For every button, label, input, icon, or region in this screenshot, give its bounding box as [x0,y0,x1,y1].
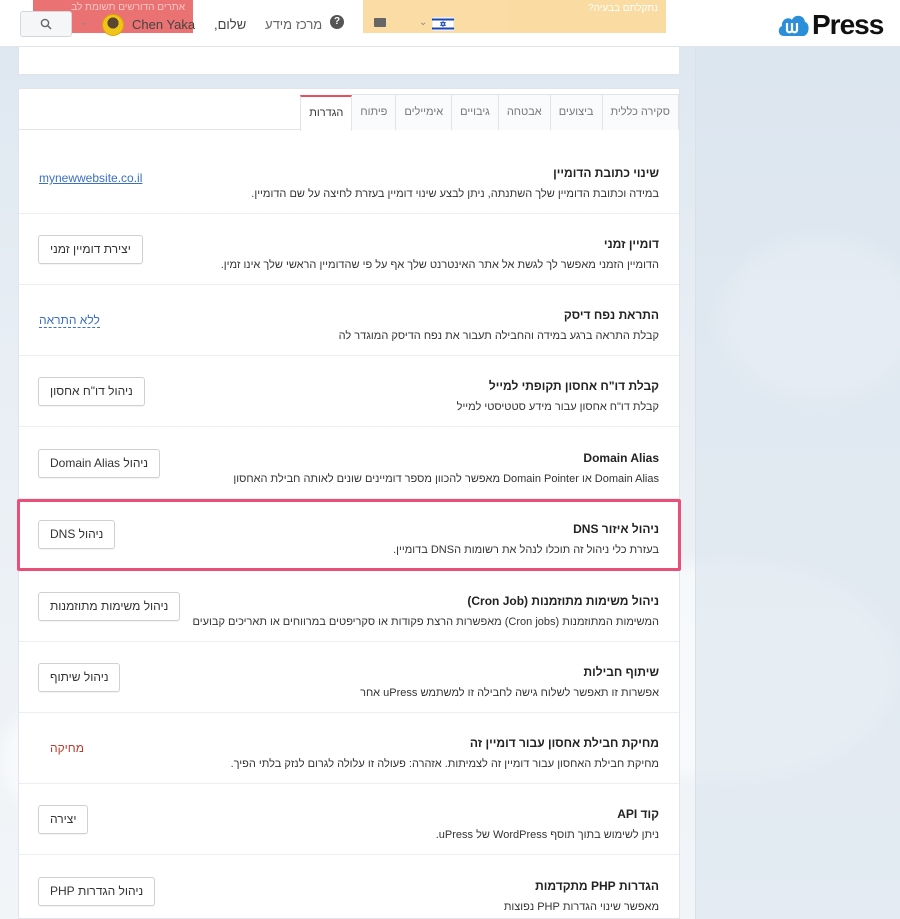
setting-title: Domain Alias [583,451,659,465]
tab-bar: סקירה כללית ביצועים אבטחה גיבויים אימיילים פי… [19,94,679,131]
setting-row-domain-alias: Domain Alias Domain Alias או Domain Point… [19,428,679,499]
setting-description: קבלת התראה ברגע במידה והחבילה תעבור את נ… [338,330,659,342]
notification-orange-text: נתקלתם בבעיה? [588,3,658,14]
tab-6[interactable]: הגדרות [300,95,353,131]
storage-report-button[interactable]: ניהול דו"ח אחסון [38,377,145,406]
chat-icon[interactable] [374,18,386,27]
package-sharing-button[interactable]: ניהול שיתוף [38,663,121,692]
top-bar: אתרים הדורשים תשומת לב נתקלתם בבעיה? ⌄ C… [0,0,900,47]
greeting-text: שלום, [214,17,247,32]
setting-row-temp-domain: דומיין זמני הדומיין הזמני מאפשר לך לגשת א… [19,214,679,285]
username-text: Chen Yaka [132,17,196,32]
notification-banner-orange[interactable]: נתקלתם בבעיה? [363,0,666,33]
overview-panel [18,47,680,75]
setting-description: קבלת דו"ח אחסון עבור מידע סטטיסטי למייל [456,401,659,413]
temp-domain-button[interactable]: יצירת דומיין זמני [38,235,143,264]
setting-row-package-sharing: שיתוף חבילות אפשרות זו תאפשר לשלוח גישה ל… [19,642,679,713]
setting-description: בעזרת כלי ניהול זה תוכלו לנהל את רשומות … [393,544,659,556]
setting-description: הדומיין הזמני מאפשר לך לגשת אל אתר האינט… [220,259,659,271]
delete-link[interactable]: מחיקה [50,741,84,755]
user-name[interactable]: Chen Yaka [132,17,195,32]
tab-1[interactable]: ביצועים [549,94,603,130]
setting-description: מאפשר שינוי הגדרות PHP נפוצות [503,901,659,913]
cloud-logo-icon [778,15,809,37]
api-key-button[interactable]: יצירה [38,805,89,834]
search-icon [40,18,52,30]
setting-row-dns-zone: ניהול איזור DNS בעזרת כלי ניהול זה תוכלו … [19,499,679,570]
php-settings-button[interactable]: ניהול הגדרות PHP [38,877,156,906]
avatar[interactable] [102,14,124,36]
help-center-link[interactable]: מרכז מידע [265,17,322,32]
tab-list: סקירה כללית ביצועים אבטחה גיבויים אימיילים פי… [300,94,679,131]
setting-title: ניהול משימות מתוזמנות (Cron Job) [467,594,659,608]
language-chevron-icon[interactable]: ⌄ [419,17,427,28]
setting-description: המשימות המתוזמנות (Cron jobs) מאפשרות הר… [192,616,659,628]
israel-flag-icon[interactable] [432,17,454,31]
setting-title: שינוי כתובת הדומיין [553,166,659,180]
setting-title: התראת נפח דיסק [563,308,659,322]
setting-row-php-settings: הגדרות PHP מתקדמות מאפשר שינוי הגדרות PHP… [19,856,679,919]
tab-5[interactable]: פיתוח [351,94,397,130]
user-menu-chevron-icon[interactable]: ⌄ [80,17,88,28]
help-icon[interactable]: ? [330,15,344,29]
tab-4[interactable]: אימיילים [395,94,453,130]
setting-title: מחיקת חבילת אחסון עבור דומיין זה [469,736,659,750]
setting-row-storage-report: קבלת דו"ח אחסון תקופתי למייל קבלת דו"ח אח… [19,356,679,427]
setting-title: דומיין זמני [603,237,659,251]
setting-title: הגדרות PHP מתקדמות [535,879,659,893]
settings-panel: סקירה כללית ביצועים אבטחה גיבויים אימיילים פי… [18,88,680,919]
setting-description: במידה וכתובת הדומיין שלך השתנתה, ניתן לב… [251,188,659,200]
setting-description: Domain Alias או Domain Pointer מאפשר להכ… [233,473,659,485]
setting-row-cron-jobs: ניהול משימות מתוזמנות (Cron Job) המשימות … [19,571,679,642]
upress-logo[interactable]: Press [776,6,884,44]
cron-jobs-button[interactable]: ניהול משימות מתוזמנות [38,592,181,621]
logo-text: Press [812,9,884,40]
dns-zone-button[interactable]: ניהול DNS [38,520,116,549]
search-button[interactable] [20,11,72,37]
domain-alias-button[interactable]: ניהול Domain Alias [38,449,160,478]
setting-row-delete-package: מחיקת חבילת אחסון עבור דומיין זה מחיקת חב… [19,713,679,784]
setting-description: ניתן לשימוש בתוך תוסף WordPress של uPres… [435,829,659,841]
setting-title: ניהול איזור DNS [573,522,659,536]
domain-link[interactable]: mynewwebsite.co.il [39,171,142,185]
setting-row-api-key: קוד API ניתן לשימוש בתוך תוסף WordPress ש… [19,784,679,855]
setting-description: אפשרות זו תאפשר לשלוח גישה לחבילה זו למש… [360,687,659,699]
tab-2[interactable]: אבטחה [497,94,551,130]
setting-title: קוד API [617,807,659,821]
tab-3[interactable]: גיבויים [451,94,499,130]
setting-title: קבלת דו"ח אחסון תקופתי למייל [488,379,659,393]
setting-row-disk-alert: התראת נפח דיסק קבלת התראה ברגע במידה והחב… [19,285,679,356]
disk-alert-link[interactable]: ללא התראה [39,313,100,328]
notification-red-text: אתרים הדורשים תשומת לב [71,2,185,13]
tab-0[interactable]: סקירה כללית [601,94,679,130]
setting-row-change-domain: שינוי כתובת הדומיין במידה וכתובת הדומיין … [19,131,679,214]
right-sidebar [695,47,900,919]
setting-title: שיתוף חבילות [583,665,659,679]
setting-description: מחיקת חבילת האחסון עבור דומיין זה לצמיתו… [230,758,659,770]
